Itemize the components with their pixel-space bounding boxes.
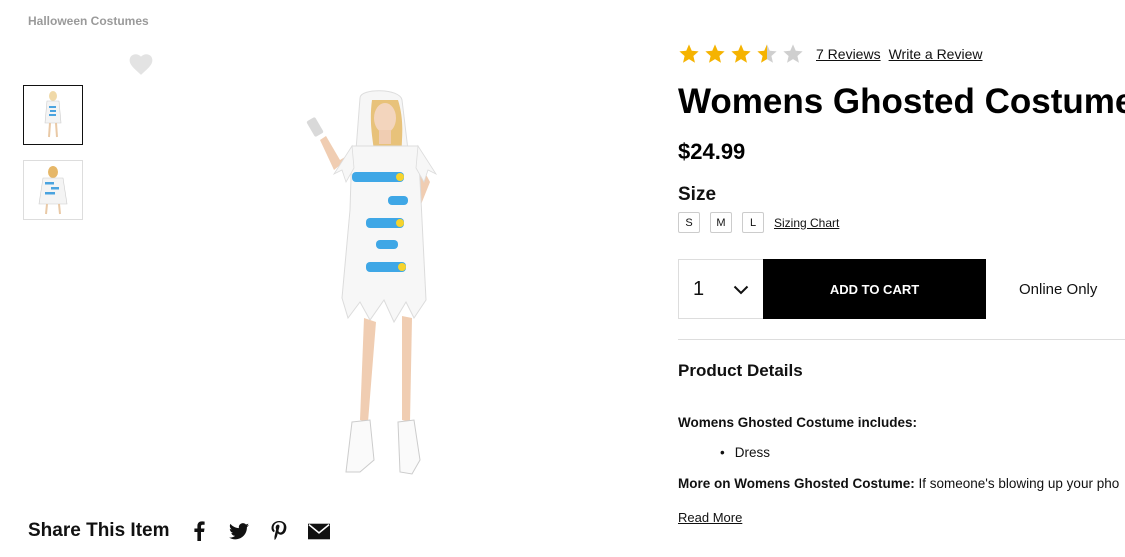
read-more-link[interactable]: Read More (678, 510, 742, 525)
availability-label: Online Only (1019, 281, 1098, 298)
size-options: S M L Sizing Chart (678, 212, 839, 233)
product-title: Womens Ghosted Costume (678, 82, 1125, 121)
share-section: Share This Item (28, 520, 330, 542)
write-review-link[interactable]: Write a Review (889, 46, 983, 62)
share-title: Share This Item (28, 520, 170, 541)
add-to-cart-button[interactable]: ADD TO CART (763, 259, 986, 319)
breadcrumb[interactable]: Halloween Costumes (28, 14, 149, 28)
size-option-l[interactable]: L (742, 212, 764, 233)
includes-title: Womens Ghosted Costume includes: (678, 415, 918, 430)
sizing-chart-link[interactable]: Sizing Chart (774, 216, 839, 230)
reviews-link[interactable]: 7 Reviews (816, 46, 881, 62)
quantity-select[interactable]: 1 (678, 259, 764, 319)
pinterest-icon[interactable] (268, 520, 290, 542)
star-half-icon (757, 44, 777, 63)
star-filled-icon (679, 44, 699, 63)
description-label: More on Womens Ghosted Costume: (678, 476, 915, 491)
costume-thumbnail-image (38, 166, 68, 215)
rating-row: 7 Reviews Write a Review (678, 43, 990, 65)
size-option-m[interactable]: M (710, 212, 732, 233)
chevron-down-icon (733, 278, 749, 301)
email-icon[interactable] (307, 520, 330, 542)
size-label: Size (678, 184, 717, 205)
quantity-value: 1 (693, 277, 705, 300)
product-main-image (290, 90, 480, 490)
size-option-s[interactable]: S (678, 212, 700, 233)
divider (678, 339, 1125, 340)
wishlist-heart-icon[interactable] (128, 52, 154, 76)
product-details-title: Product Details (678, 361, 803, 380)
product-description: More on Womens Ghosted Costume: If someo… (678, 476, 1125, 491)
star-filled-icon (731, 44, 751, 63)
description-text: If someone's blowing up your pho (914, 476, 1120, 491)
includes-list: Dress (720, 445, 770, 460)
star-empty-icon (783, 44, 803, 63)
list-item: Dress (720, 445, 770, 460)
product-price: $24.99 (678, 139, 746, 164)
twitter-icon[interactable] (228, 520, 250, 542)
star-filled-icon (705, 44, 725, 63)
thumbnail-back[interactable] (23, 160, 83, 220)
star-rating (678, 43, 804, 65)
thumbnail-front[interactable] (23, 85, 83, 145)
facebook-icon[interactable] (188, 520, 210, 542)
costume-thumbnail-image (44, 91, 62, 138)
